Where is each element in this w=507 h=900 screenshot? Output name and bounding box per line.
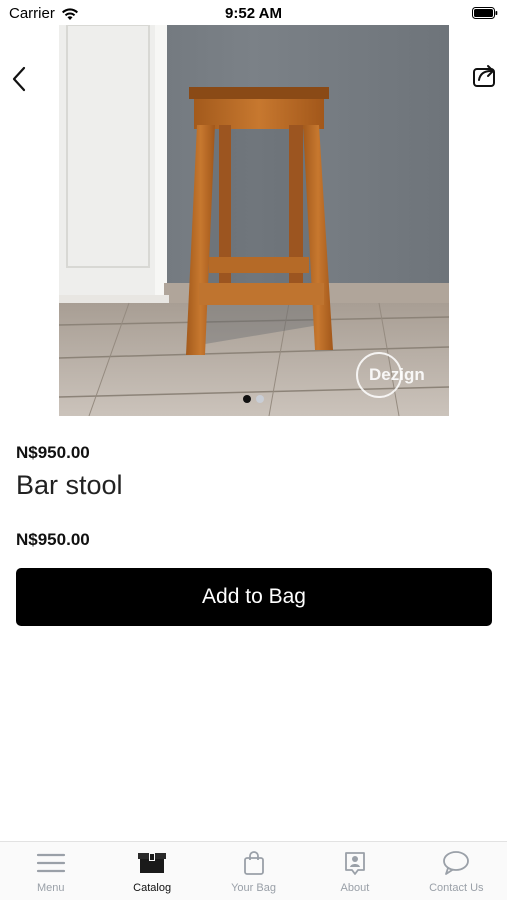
chat-icon xyxy=(441,850,471,876)
tab-catalog[interactable]: Catalog xyxy=(101,842,202,900)
bar-stool-photo: Dezign xyxy=(59,25,449,416)
tab-menu[interactable]: Menu xyxy=(0,842,101,900)
about-icon xyxy=(340,850,370,876)
tab-label-menu: Menu xyxy=(36,882,65,894)
battery-icon xyxy=(472,7,498,19)
image-page-indicator[interactable] xyxy=(0,395,507,403)
tab-label-catalog: Catalog xyxy=(133,882,172,894)
tab-contact-us[interactable]: Contact Us xyxy=(406,842,507,900)
status-time: 9:52 AM xyxy=(225,5,282,22)
variant-price: N$950.00 xyxy=(16,530,90,549)
tab-label-contact-us: Contact Us xyxy=(429,882,484,894)
product-image[interactable]: Dezign xyxy=(59,25,449,416)
tab-label-about: About xyxy=(340,882,370,894)
chevron-left-icon xyxy=(12,66,26,92)
product-detail-screen: Carrier 9:52 AM Dezign N$950.00 Bar stoo… xyxy=(0,0,507,900)
tab-your-bag[interactable]: Your Bag xyxy=(203,842,304,900)
watermark-text: Dezign xyxy=(369,365,425,384)
share-button[interactable] xyxy=(468,58,502,92)
tab-about[interactable]: About xyxy=(304,842,405,900)
product-price: N$950.00 xyxy=(16,443,90,462)
share-icon xyxy=(473,65,495,87)
status-bar: Carrier 9:52 AM xyxy=(0,0,507,26)
add-to-bag-button[interactable]: Add to Bag xyxy=(16,568,492,626)
tab-bar: Menu Catalog Your Bag About Contact Us xyxy=(0,841,507,900)
bag-icon xyxy=(239,850,269,876)
tab-label-your-bag: Your Bag xyxy=(231,882,276,894)
back-button[interactable] xyxy=(4,60,34,98)
catalog-icon xyxy=(137,850,167,876)
menu-icon xyxy=(36,850,66,876)
product-title: Bar stool xyxy=(16,470,123,500)
page-dot-2[interactable] xyxy=(256,395,264,403)
page-dot-1[interactable] xyxy=(243,395,251,403)
